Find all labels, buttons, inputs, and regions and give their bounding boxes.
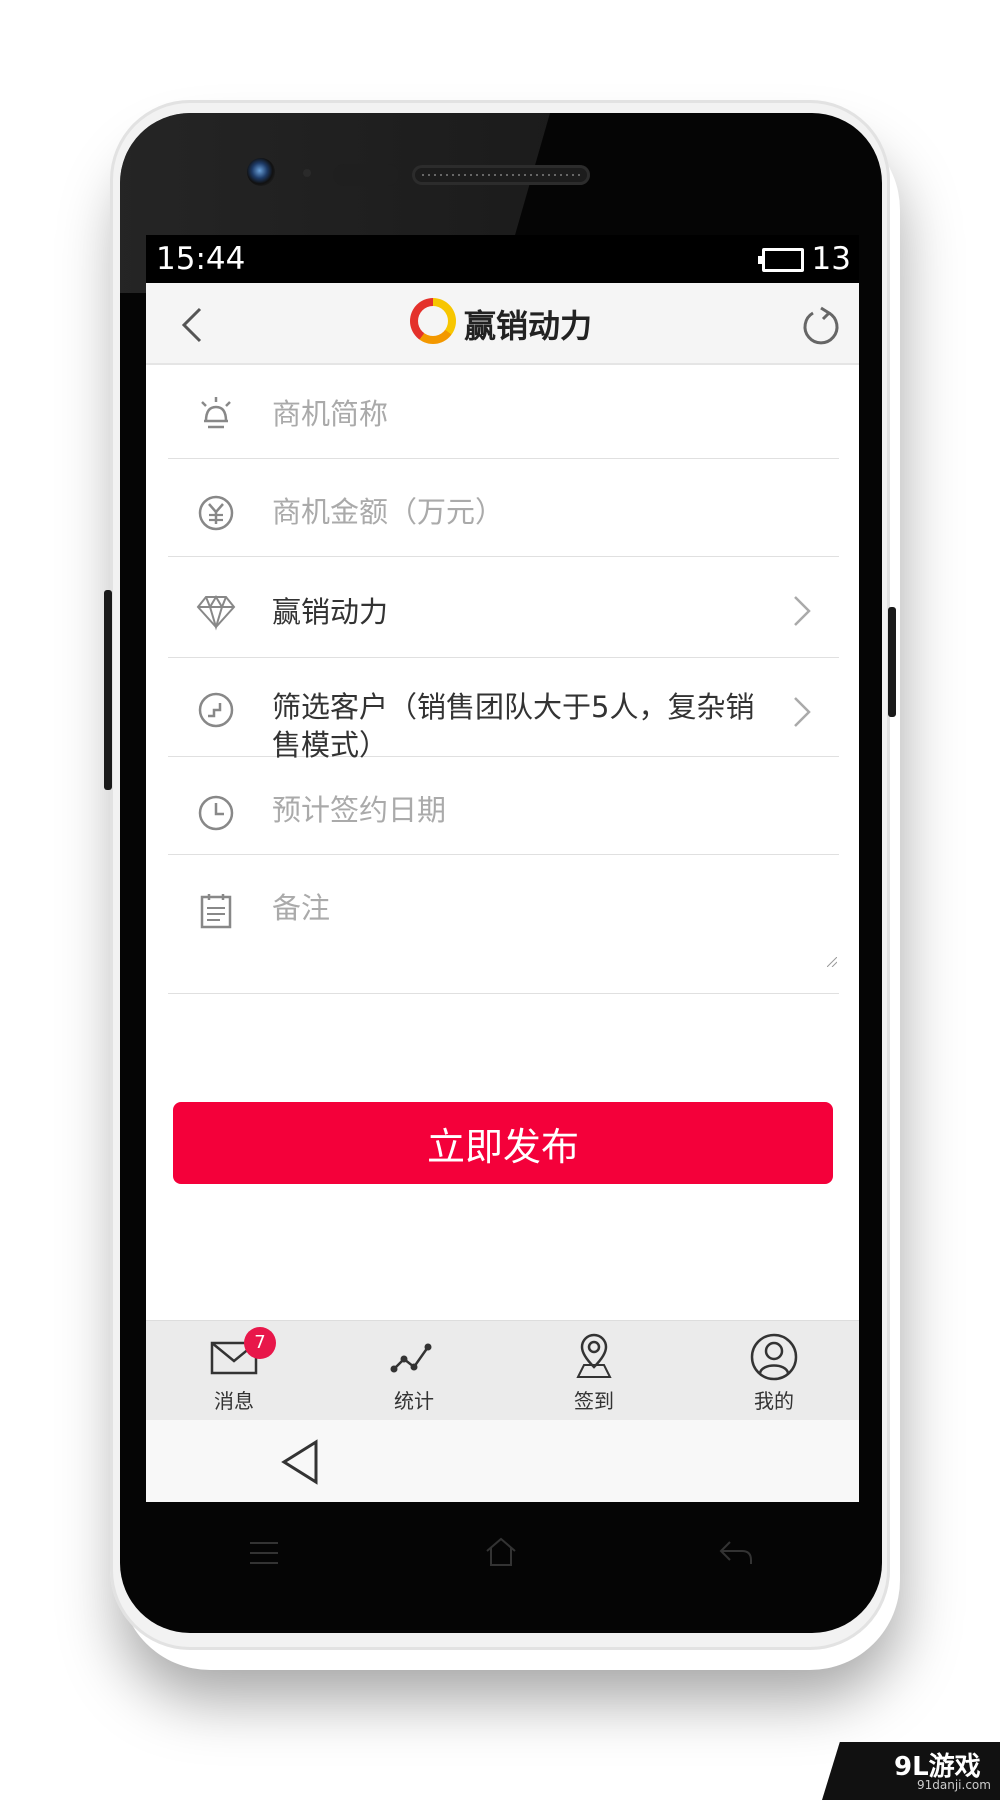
notes-placeholder: 备注 [272,891,331,925]
refresh-icon[interactable] [799,305,843,349]
location-icon [576,1333,612,1378]
tab-label: 签到 [574,1389,614,1413]
tab-bar: 7 消息 统计 签到 我的 [146,1320,859,1421]
tab-label: 我的 [754,1389,794,1413]
menu-key-icon[interactable] [248,1537,280,1569]
date-placeholder: 预计签约日期 [272,793,447,827]
bulb-icon [201,397,231,429]
date-field[interactable]: 预计签约日期 [168,757,839,855]
user-icon [750,1333,798,1381]
product-field[interactable]: 赢销动力 [168,557,839,658]
home-key-icon[interactable] [484,1535,518,1569]
yen-icon [198,495,234,531]
name-field[interactable]: 商机简称 [168,363,839,459]
opportunity-form: 商机简称 商机金额（万元） 赢销动力 筛选客户（销售团队大于5人，复杂销售模式）… [168,363,839,994]
chevron-right-icon[interactable] [789,692,815,732]
stairs-icon [198,692,234,728]
tab-messages[interactable]: 7 消息 [174,1327,294,1417]
amount-field[interactable]: 商机金额（万元） [168,459,839,557]
chevron-left-icon[interactable] [176,305,212,345]
title-bar: 赢销动力 [146,283,859,365]
back-key-icon[interactable] [718,1538,754,1568]
diamond-icon [196,595,236,631]
clock-icon [198,795,234,831]
customer-value: 筛选客户（销售团队大于5人，复杂销售模式） [272,690,755,762]
screen: 15:44 13 赢销动力 商机简称 商机金额（万元） 赢销动力 筛选客户（销售… [146,235,859,1502]
status-time: 15:44 [156,241,246,277]
publish-button[interactable]: 立即发布 [173,1102,833,1184]
tab-profile[interactable]: 我的 [714,1331,834,1417]
page-title: 赢销动力 [464,307,593,345]
nav-back-icon[interactable] [278,1438,322,1486]
ring-logo [410,298,456,344]
earpiece-speaker [412,165,590,185]
product-value: 赢销动力 [272,595,389,629]
system-nav-bar [146,1420,859,1502]
chart-icon [390,1343,432,1373]
amount-placeholder: 商机金额（万元） [272,495,505,529]
name-placeholder: 商机简称 [272,397,389,431]
battery-level: 13 [811,241,851,277]
notes-field[interactable]: 备注 [168,855,839,994]
tab-statistics[interactable]: 统计 [354,1331,474,1417]
power-button[interactable] [888,607,896,717]
tab-label: 消息 [214,1389,254,1413]
notepad-icon [200,894,232,929]
watermark: 9L游戏 91danji.com [822,1742,1000,1800]
chevron-right-icon[interactable] [789,591,815,631]
proximity-sensor [333,164,399,186]
battery-icon [758,248,804,272]
tab-label: 统计 [394,1389,434,1413]
unread-badge: 7 [244,1327,276,1359]
tab-checkin[interactable]: 签到 [534,1331,654,1417]
customer-field[interactable]: 筛选客户（销售团队大于5人，复杂销售模式） [168,658,839,762]
watermark-url: 91danji.com [917,1778,991,1792]
resize-grip-icon[interactable] [827,957,837,967]
front-camera [247,158,275,186]
status-bar: 15:44 13 [146,235,859,283]
volume-button[interactable] [104,590,112,790]
sensor-dot [303,169,311,177]
